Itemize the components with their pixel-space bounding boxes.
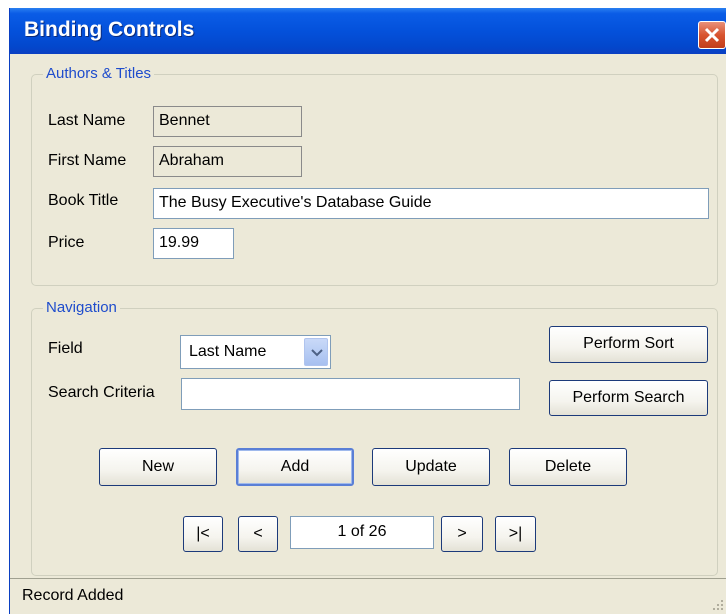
resize-grip-icon[interactable] [711,598,725,612]
navigation-legend: Navigation [43,299,120,316]
binding-controls-window: Binding Controls Authors & Titles Last N… [9,8,726,614]
window-title: Binding Controls [24,18,195,41]
record-position-value: 1 of 26 [337,523,387,540]
first-record-button[interactable]: |< [183,516,223,552]
perform-search-button-label: Perform Search [572,389,685,406]
new-button[interactable]: New [99,448,217,486]
title-bar[interactable]: Binding Controls [10,8,726,54]
last-record-button-label: >| [508,525,523,542]
authors-titles-group [31,74,718,286]
field-select-value: Last Name [189,343,267,360]
price-label: Price [48,234,85,251]
field-label: Field [48,340,83,357]
previous-record-button[interactable]: < [238,516,278,552]
book-title-label: Book Title [48,192,119,209]
authors-titles-legend: Authors & Titles [43,65,155,82]
close-icon [704,27,720,43]
new-button-label: New [141,458,174,475]
first-name-field[interactable]: Abraham [153,146,302,177]
search-criteria-label: Search Criteria [48,384,155,401]
price-field[interactable]: 19.99 [153,228,234,259]
close-button[interactable] [698,21,726,49]
perform-search-button[interactable]: Perform Search [549,380,708,416]
update-button-label: Update [405,458,457,475]
delete-button-label: Delete [544,458,592,475]
last-name-field[interactable]: Bennet [153,106,302,137]
status-text: Record Added [22,587,124,604]
add-button[interactable]: Add [236,448,354,486]
update-button[interactable]: Update [372,448,490,486]
first-record-button-label: |< [196,525,210,542]
last-record-button[interactable]: >| [495,516,536,552]
last-name-label: Last Name [48,112,126,129]
perform-sort-button-label: Perform Sort [583,335,674,352]
next-record-button-label: > [457,525,467,542]
next-record-button[interactable]: > [441,516,483,552]
record-position-field[interactable]: 1 of 26 [290,516,434,549]
book-title-field[interactable]: The Busy Executive's Database Guide [153,188,709,219]
first-name-label: First Name [48,152,127,169]
previous-record-button-label: < [253,525,263,542]
status-bar: Record Added [10,578,726,614]
perform-sort-button[interactable]: Perform Sort [549,326,708,363]
delete-button[interactable]: Delete [509,448,627,486]
field-select-dropdown-button[interactable] [304,338,328,366]
add-button-label: Add [280,458,310,475]
field-select[interactable]: Last Name [180,335,331,369]
search-criteria-input[interactable] [181,378,520,410]
chevron-down-icon [311,349,323,357]
